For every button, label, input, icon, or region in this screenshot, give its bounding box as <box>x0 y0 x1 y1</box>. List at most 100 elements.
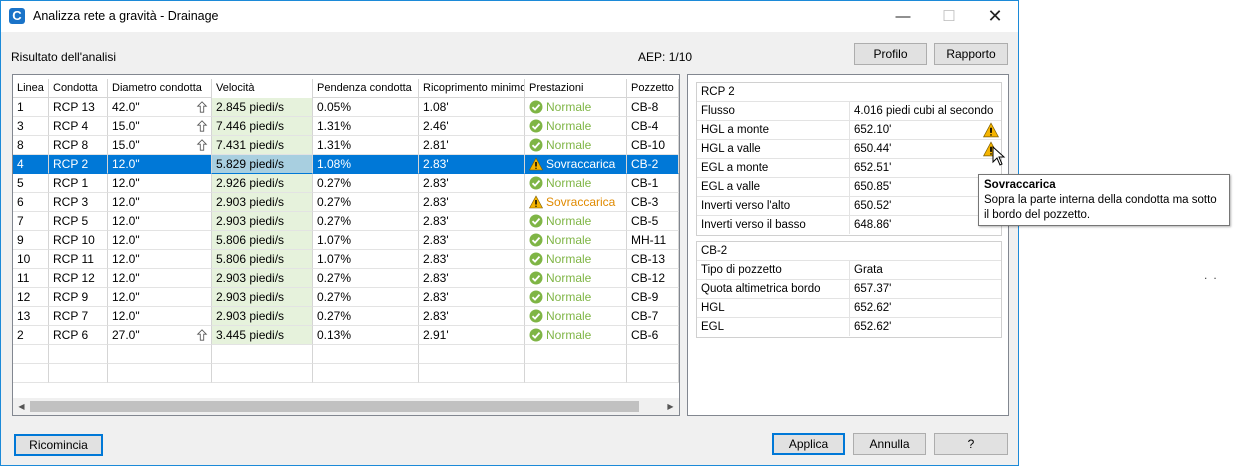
prestazioni-value: Sovraccarica <box>546 157 616 171</box>
ricoprimento-cell: 2.83' <box>419 212 525 231</box>
table-row[interactable]: 7 RCP 5 12.0" 2.903 piedi/s 0.27% 2.83' Normal… <box>13 212 679 231</box>
property-value: 652.10' <box>854 124 892 136</box>
minimize-button[interactable]: — <box>880 1 926 32</box>
column-header[interactable]: Condotta <box>49 79 108 98</box>
empty-cell <box>313 345 419 364</box>
property-value: 657.37' <box>854 283 892 295</box>
horizontal-scrollbar[interactable]: ◀ ▶ <box>13 398 679 415</box>
diametro-cell[interactable]: 12.0" <box>108 269 212 288</box>
property-key: Quota altimetrica bordo <box>697 280 850 298</box>
close-button[interactable]: ✕ <box>972 1 1018 32</box>
scroll-right-icon[interactable]: ▶ <box>662 398 679 415</box>
pendenza-cell: 0.27% <box>313 174 419 193</box>
table-row[interactable]: 13 RCP 7 12.0" 2.903 piedi/s 0.27% 2.83' Norma… <box>13 307 679 326</box>
diametro-cell[interactable]: 27.0" <box>108 326 212 345</box>
diametro-cell[interactable]: 12.0" <box>108 250 212 269</box>
property-row: Inverti verso il basso 648.86' <box>697 216 1001 235</box>
apply-button[interactable]: Applica <box>772 433 845 455</box>
check-circle-icon <box>529 328 543 342</box>
check-circle-icon <box>529 309 543 323</box>
pendenza-cell: 0.27% <box>313 288 419 307</box>
empty-cell <box>627 364 679 383</box>
help-button[interactable]: ? <box>934 433 1008 455</box>
check-circle-icon <box>529 138 543 152</box>
diametro-cell[interactable]: 12.0" <box>108 212 212 231</box>
prestazioni-value: Normale <box>546 233 592 247</box>
report-button[interactable]: Rapporto <box>934 43 1008 65</box>
diametro-value: 12.0" <box>112 214 140 228</box>
column-header[interactable]: Pozzetto <box>627 79 679 98</box>
pozzetto-cell: CB-4 <box>627 117 679 136</box>
diametro-cell[interactable]: 12.0" <box>108 193 212 212</box>
table-row[interactable]: 12 RCP 9 12.0" 2.903 piedi/s 0.27% 2.83' Norma… <box>13 288 679 307</box>
analysis-grid[interactable]: Linea Condotta Diametro condotta Velocità Pe… <box>12 74 680 416</box>
prestazioni-cell: Normale <box>525 136 627 155</box>
ricoprimento-cell: 2.83' <box>419 174 525 193</box>
column-header[interactable]: Linea <box>13 79 49 98</box>
empty-cell <box>525 364 627 383</box>
linea-cell: 7 <box>13 212 49 231</box>
velocita-cell: 2.903 piedi/s <box>212 307 313 326</box>
pozzetto-cell: CB-13 <box>627 250 679 269</box>
prestazioni-value: Normale <box>546 252 592 266</box>
diametro-cell[interactable]: 12.0" <box>108 288 212 307</box>
aep-label: AEP: <box>638 50 666 64</box>
column-header[interactable]: Ricoprimento minimo <box>419 79 525 98</box>
diametro-cell[interactable]: 15.0" <box>108 117 212 136</box>
diametro-cell[interactable]: 12.0" <box>108 174 212 193</box>
pipe-properties: RCP 2 Flusso 4.016 piedi cubi al secondo HG… <box>696 82 1002 236</box>
velocita-cell: 5.829 piedi/s <box>212 155 313 174</box>
column-header[interactable]: Prestazioni <box>525 79 627 98</box>
section-title-row: CB-2 <box>697 242 1001 261</box>
prestazioni-value: Normale <box>546 176 592 190</box>
app-icon: C <box>9 8 25 24</box>
section-title: CB-2 <box>701 245 728 257</box>
prestazioni-value: Normale <box>546 100 592 114</box>
velocita-cell: 2.903 piedi/s <box>212 288 313 307</box>
velocita-cell: 7.446 piedi/s <box>212 117 313 136</box>
empty-cell <box>627 345 679 364</box>
diametro-cell[interactable]: 15.0" <box>108 136 212 155</box>
diametro-cell[interactable]: 12.0" <box>108 155 212 174</box>
table-row[interactable]: 11 RCP 12 12.0" 2.903 piedi/s 0.27% 2.83' Norm… <box>13 269 679 288</box>
ricoprimento-cell: 2.83' <box>419 155 525 174</box>
table-row[interactable]: 3 RCP 4 15.0" 7.446 piedi/s 1.31% 2.46' Normal… <box>13 117 679 136</box>
pendenza-cell: 0.27% <box>313 212 419 231</box>
linea-cell: 9 <box>13 231 49 250</box>
diametro-cell[interactable]: 12.0" <box>108 307 212 326</box>
table-row[interactable]: 5 RCP 1 12.0" 2.926 piedi/s 0.27% 2.83' Normal… <box>13 174 679 193</box>
linea-cell: 3 <box>13 117 49 136</box>
empty-cell <box>13 345 49 364</box>
property-row: HGL a valle 650.44' <box>697 140 1001 159</box>
table-row[interactable]: 2 RCP 6 27.0" 3.445 piedi/s 0.13% 2.91' Normal… <box>13 326 679 345</box>
prestazioni-cell: Normale <box>525 117 627 136</box>
table-row[interactable]: 4 RCP 2 12.0" 5.829 piedi/s 1.08% 2.83' Sovrac… <box>13 155 679 174</box>
velocita-cell: 5.806 piedi/s <box>212 231 313 250</box>
diametro-cell[interactable]: 42.0" <box>108 98 212 117</box>
scroll-left-icon[interactable]: ◀ <box>13 398 30 415</box>
maximize-button[interactable]: ☐ <box>926 1 972 32</box>
reset-button[interactable]: Ricomincia <box>14 434 103 456</box>
scrollbar-thumb[interactable] <box>30 401 639 412</box>
diametro-cell[interactable]: 12.0" <box>108 231 212 250</box>
table-row[interactable]: 8 RCP 8 15.0" 7.431 piedi/s 1.31% 2.81' Normal… <box>13 136 679 155</box>
pozzetto-cell: CB-3 <box>627 193 679 212</box>
property-value: Grata <box>854 264 883 276</box>
profile-button[interactable]: Profilo <box>854 43 927 65</box>
pozzetto-cell: CB-7 <box>627 307 679 326</box>
table-row[interactable]: 1 RCP 13 42.0" 2.845 piedi/s 0.05% 1.08' Norma… <box>13 98 679 117</box>
prestazioni-cell: Normale <box>525 98 627 117</box>
prestazioni-cell: Normale <box>525 250 627 269</box>
column-header[interactable]: Pendenza condotta <box>313 79 419 98</box>
ricoprimento-cell: 2.83' <box>419 231 525 250</box>
condotta-cell: RCP 7 <box>49 307 108 326</box>
table-row[interactable]: 10 RCP 11 12.0" 5.806 piedi/s 1.07% 2.83' Norm… <box>13 250 679 269</box>
check-circle-icon <box>529 252 543 266</box>
column-header[interactable]: Diametro condotta <box>108 79 212 98</box>
aep-value: 1/10 <box>668 50 693 64</box>
table-row[interactable]: 6 RCP 3 12.0" 2.903 piedi/s 0.27% 2.83' Sovrac… <box>13 193 679 212</box>
table-row[interactable]: 9 RCP 10 12.0" 5.806 piedi/s 1.07% 2.83' Norma… <box>13 231 679 250</box>
cancel-button[interactable]: Annulla <box>853 433 926 455</box>
empty-cell <box>419 345 525 364</box>
column-header[interactable]: Velocità <box>212 79 313 98</box>
